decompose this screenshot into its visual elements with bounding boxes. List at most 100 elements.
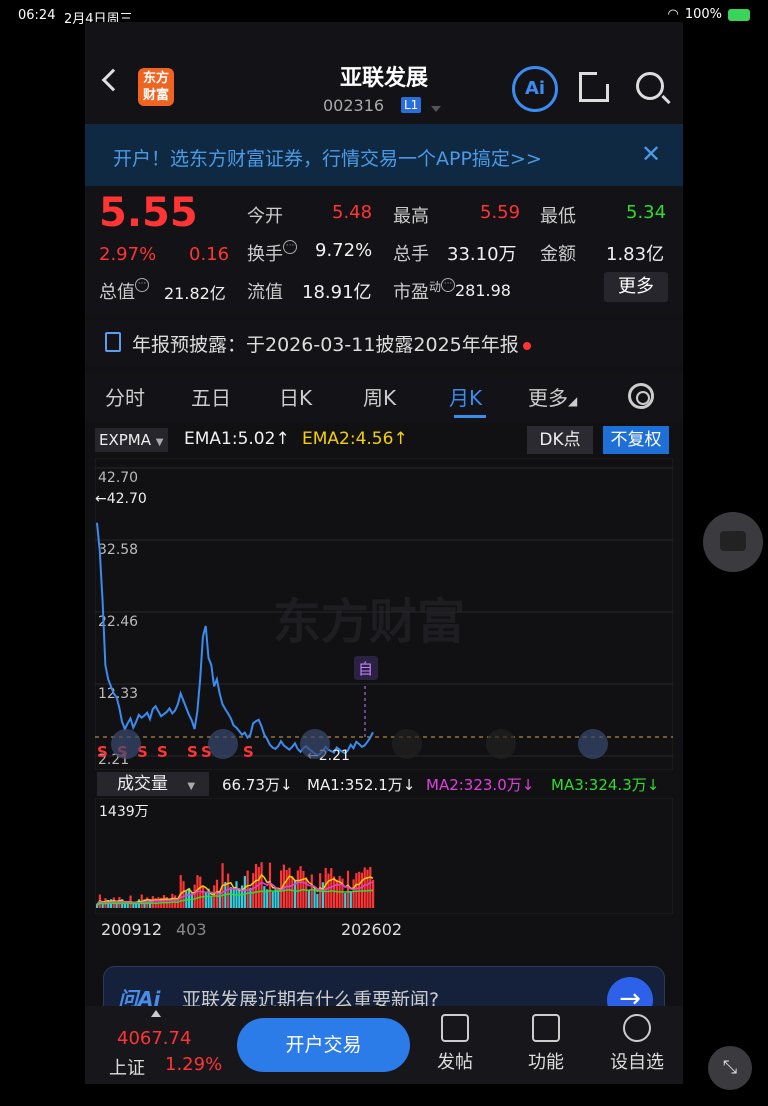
tab-five-day[interactable]: 五日 <box>191 382 231 411</box>
ai-button[interactable]: Ai <box>512 66 558 112</box>
tab-daily-k[interactable]: 日K <box>279 382 312 411</box>
gear-icon[interactable] <box>628 383 654 409</box>
tab-weekly-k[interactable]: 周K <box>363 382 396 411</box>
status-time: 06:24 <box>18 8 56 23</box>
self-select-marker-label: 自 <box>358 660 373 678</box>
index-value[interactable]: 4067.74 <box>117 1028 191 1049</box>
chevron-left-icon <box>392 729 422 759</box>
chevron-up-icon[interactable] <box>151 1010 161 1017</box>
tab-intraday[interactable]: 分时 <box>105 382 145 411</box>
volume-bar <box>369 866 372 908</box>
header: 东方 财富 亚联发展 002316 L1 Ai <box>85 22 683 124</box>
high-label: 最高 <box>393 206 429 227</box>
volume-bar <box>193 884 196 908</box>
max-price-label: ←42.70 <box>95 491 147 507</box>
add-watchlist-button[interactable]: 设自选 <box>607 1014 667 1074</box>
volume-bar <box>366 869 369 908</box>
volume-bar <box>188 888 191 908</box>
battery-text: 100% <box>684 7 722 22</box>
open-value: 5.48 <box>332 202 373 223</box>
sell-marker: S <box>157 743 168 761</box>
float-value: 18.91亿 <box>302 282 372 303</box>
chevron-right-icon <box>486 729 516 759</box>
wifi-icon: ◠ <box>667 7 679 22</box>
level-badge[interactable]: L1 <box>401 97 422 113</box>
search-icon[interactable] <box>636 72 664 100</box>
shrink-icon[interactable]: ⤡ <box>708 1046 752 1090</box>
volume-bar <box>332 876 336 908</box>
change-percent: 2.97% <box>99 244 157 265</box>
volume-bar <box>162 895 166 908</box>
period-tabs: 分时 五日 日K 周K 月K 更多◢ <box>85 372 683 422</box>
volume-chart[interactable]: 1439万 <box>95 798 673 914</box>
volume-bar <box>252 873 255 908</box>
high-value: 5.59 <box>480 202 521 223</box>
volume-bar <box>246 870 249 908</box>
post-button[interactable]: 发帖 <box>425 1014 485 1074</box>
annual-report-notice[interactable]: 年报预披露：于2026-03-11披露2025年年报 <box>85 320 683 366</box>
quote-panel: 5.55 2.97% 0.16 今开 5.48 最高 5.59 最低 5.34 … <box>85 186 683 314</box>
volume-bar <box>358 871 361 908</box>
volume-bar <box>305 877 308 908</box>
adjust-button[interactable]: 不复权 <box>603 426 669 454</box>
share-icon[interactable] <box>579 70 611 102</box>
volume-bar <box>291 876 294 908</box>
open-account-trade-button[interactable]: 开户交易 <box>237 1018 410 1072</box>
stock-code[interactable]: 002316 <box>323 96 384 115</box>
info-icon: ··· <box>441 278 456 292</box>
volume-bar <box>344 893 347 908</box>
volume-select[interactable]: 成交量 ▼ <box>97 772 209 796</box>
volume-bar <box>243 876 246 908</box>
grid-icon <box>532 1014 560 1042</box>
chat-icon[interactable] <box>703 512 763 572</box>
pe-value: 281.98 <box>455 281 511 300</box>
sell-marker: S <box>97 743 108 761</box>
banner-text[interactable]: 开户！选东方财富证券，行情交易一个APP搞定>> <box>113 144 542 171</box>
volume-bar <box>372 879 375 908</box>
dropdown-icon[interactable] <box>431 106 441 112</box>
sell-marker: S <box>243 743 254 761</box>
tab-more[interactable]: 更多◢ <box>528 382 577 411</box>
function-button[interactable]: 功能 <box>516 1014 576 1074</box>
amount-value: 1.83亿 <box>606 244 665 265</box>
notice-text: 年报预披露：于2026-03-11披露2025年年报 <box>132 334 519 356</box>
volume-bar <box>213 885 216 908</box>
volume-bar <box>316 893 319 908</box>
indicator-select[interactable]: EXPMA ▼ <box>95 428 168 452</box>
app-window: 东方 财富 亚联发展 002316 L1 Ai 开户！选东方财富证券，行情交易一个… <box>85 22 683 1084</box>
info-icon: ··· <box>135 278 149 292</box>
close-icon[interactable]: ✕ <box>641 140 661 168</box>
volume-bar <box>288 867 291 908</box>
more-button[interactable]: 更多 <box>604 272 668 302</box>
volume-bar <box>285 869 288 908</box>
ma1-label: MA1:352.1万↓ <box>307 776 416 794</box>
volume-bar <box>204 892 207 908</box>
price-chart[interactable]: 东方财富 42.7032.5822.4612.332.21 ←42.70 ←2.… <box>95 458 673 770</box>
low-value: 5.34 <box>626 202 667 223</box>
volume-bar <box>296 870 299 908</box>
low-label: 最低 <box>540 206 576 227</box>
y-tick-label: 42.70 <box>98 470 138 486</box>
volume-bar <box>310 874 313 908</box>
index-name[interactable]: 上证 <box>109 1054 145 1080</box>
tab-monthly-k[interactable]: 月K <box>449 382 482 411</box>
volume-bar <box>227 873 230 908</box>
volume-bar <box>257 867 260 908</box>
current-price: 5.55 <box>99 190 198 236</box>
dk-point-button[interactable]: DK点 <box>527 426 593 454</box>
volume-bar <box>232 888 235 908</box>
y-tick-label: 32.58 <box>98 542 138 558</box>
volume-bar <box>263 886 266 908</box>
zoom-out-icon <box>208 729 238 759</box>
edit-icon <box>441 1014 469 1042</box>
date-end: 202602 <box>341 920 403 939</box>
ema2-label: EMA2:4.56↑ <box>302 429 408 449</box>
volume-bar <box>271 891 274 908</box>
promo-banner[interactable]: 开户！选东方财富证券，行情交易一个APP搞定>> ✕ <box>85 124 683 186</box>
float-label: 流值 <box>247 282 283 303</box>
date-mid: 403 <box>176 920 207 939</box>
index-change[interactable]: 1.29% <box>165 1054 222 1075</box>
status-icons: ◠ 100% <box>667 7 750 22</box>
sell-marker: S <box>187 743 198 761</box>
active-tab-indicator <box>454 415 486 418</box>
